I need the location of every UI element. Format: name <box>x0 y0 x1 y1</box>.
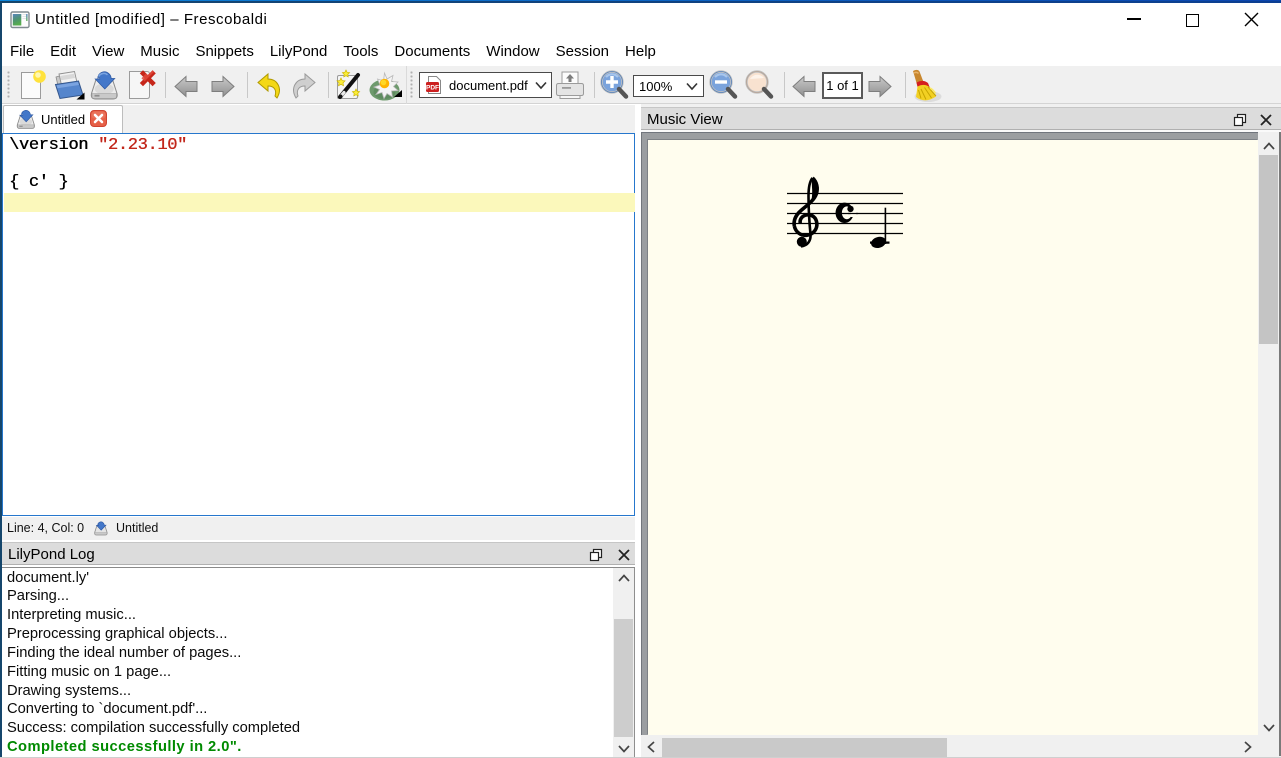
svg-text:PDF: PDF <box>426 85 439 92</box>
